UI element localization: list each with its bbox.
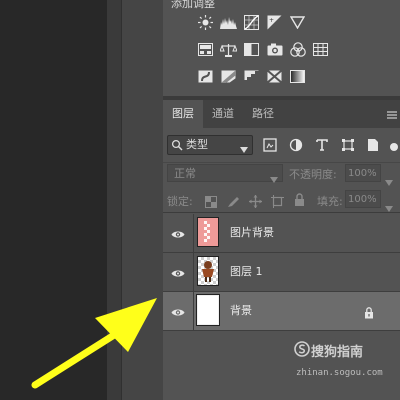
tab-channels[interactable]: 通道	[203, 100, 243, 128]
lock-icon	[364, 304, 374, 323]
panel-tabs: 图层 通道 路径	[163, 100, 400, 128]
adjustments-row-3	[197, 68, 306, 85]
search-icon	[171, 139, 183, 157]
chevron-down-icon	[240, 141, 248, 159]
layer-thumbnail	[197, 217, 219, 247]
panel-menu-icon[interactable]	[386, 106, 398, 119]
black-white-icon[interactable]	[243, 41, 260, 58]
smart-object-filter-icon[interactable]	[366, 137, 380, 151]
adjustments-title: 添加调整	[171, 0, 215, 9]
type-layer-filter-icon[interactable]	[315, 137, 329, 151]
collapsed-panel-strip	[121, 0, 165, 400]
photo-filter-icon[interactable]	[266, 41, 283, 58]
layer-name: 背景	[230, 304, 252, 317]
invert-icon[interactable]	[197, 68, 214, 85]
hue-saturation-icon[interactable]	[197, 41, 214, 58]
document-canvas-area	[0, 0, 107, 400]
watermark-url: zhinan.sogou.com	[296, 368, 383, 378]
gradient-map-icon[interactable]	[289, 68, 306, 85]
watermark: 搜狗指南 zhinan.sogou.com	[294, 341, 394, 381]
layers-list: 图片背景 图层 1 背景	[163, 214, 400, 331]
blend-row: 正常 不透明度: 100%	[163, 162, 400, 186]
visibility-toggle[interactable]	[163, 214, 194, 252]
watermark-text: 搜狗指南	[311, 345, 364, 360]
layer-name: 图片背景	[230, 226, 274, 239]
tab-layers[interactable]: 图层	[163, 100, 203, 128]
adjustment-layer-filter-icon[interactable]	[289, 137, 303, 152]
layer-row[interactable]: 背景	[163, 292, 400, 331]
lock-label: 锁定:	[167, 195, 193, 208]
vibrance-triangle-icon[interactable]	[289, 14, 306, 31]
layer-filter-row: 类型	[163, 132, 400, 158]
fill-field[interactable]: 100%	[345, 190, 381, 208]
eye-icon	[171, 302, 185, 321]
svg-text:+: +	[269, 17, 274, 24]
opacity-label: 不透明度:	[289, 168, 337, 181]
lock-transparent-pixels-icon[interactable]	[205, 193, 217, 212]
filter-kind-label: 类型	[186, 138, 208, 151]
layer-row[interactable]: 图片背景	[163, 214, 400, 253]
color-lookup-icon[interactable]	[312, 41, 329, 58]
lock-all-icon[interactable]	[294, 192, 305, 211]
eye-icon	[171, 224, 185, 243]
sogou-logo-icon	[294, 341, 310, 357]
panel-gutter	[107, 0, 121, 400]
layer-thumbnail	[196, 294, 220, 326]
adjustments-row-1: +	[197, 14, 306, 31]
brightness-icon[interactable]	[197, 14, 214, 31]
pixel-layer-filter-icon[interactable]	[263, 137, 277, 152]
selective-color-icon[interactable]	[266, 68, 283, 85]
blend-mode-value: 正常	[174, 167, 196, 180]
eye-icon	[171, 263, 185, 282]
layer-row[interactable]: 图层 1	[163, 253, 400, 292]
lock-row: 锁定: 填充: 100%	[163, 188, 400, 213]
filter-kind-select[interactable]: 类型	[167, 135, 253, 155]
tab-paths[interactable]: 路径	[243, 100, 283, 128]
layer-thumbnail	[197, 256, 219, 286]
filter-toggle-icon[interactable]	[389, 137, 400, 151]
exposure-icon[interactable]: +	[266, 14, 283, 31]
adjustments-row-2	[197, 41, 329, 58]
color-balance-icon[interactable]	[220, 41, 237, 58]
prevent-autonest-icon[interactable]	[271, 193, 284, 212]
channel-mixer-icon[interactable]	[289, 41, 306, 58]
lock-image-pixels-icon[interactable]	[227, 193, 240, 212]
lock-position-icon[interactable]	[249, 193, 262, 212]
shape-layer-filter-icon[interactable]	[341, 137, 355, 151]
opacity-field[interactable]: 100%	[345, 164, 381, 182]
blend-mode-select[interactable]: 正常	[167, 164, 283, 183]
visibility-toggle[interactable]	[163, 253, 194, 291]
fill-label: 填充:	[317, 195, 343, 208]
layer-name: 图层 1	[230, 265, 263, 278]
posterize-icon[interactable]	[220, 68, 237, 85]
chevron-down-icon	[270, 171, 278, 189]
curves-icon[interactable]	[243, 14, 260, 31]
threshold-icon[interactable]	[243, 68, 260, 85]
layers-panel: 添加调整 + 图层 通道 路径 类型 正常 不透明度: 100% 锁定: 填充:…	[163, 0, 400, 400]
visibility-toggle[interactable]	[163, 292, 194, 330]
levels-icon[interactable]	[220, 14, 237, 31]
